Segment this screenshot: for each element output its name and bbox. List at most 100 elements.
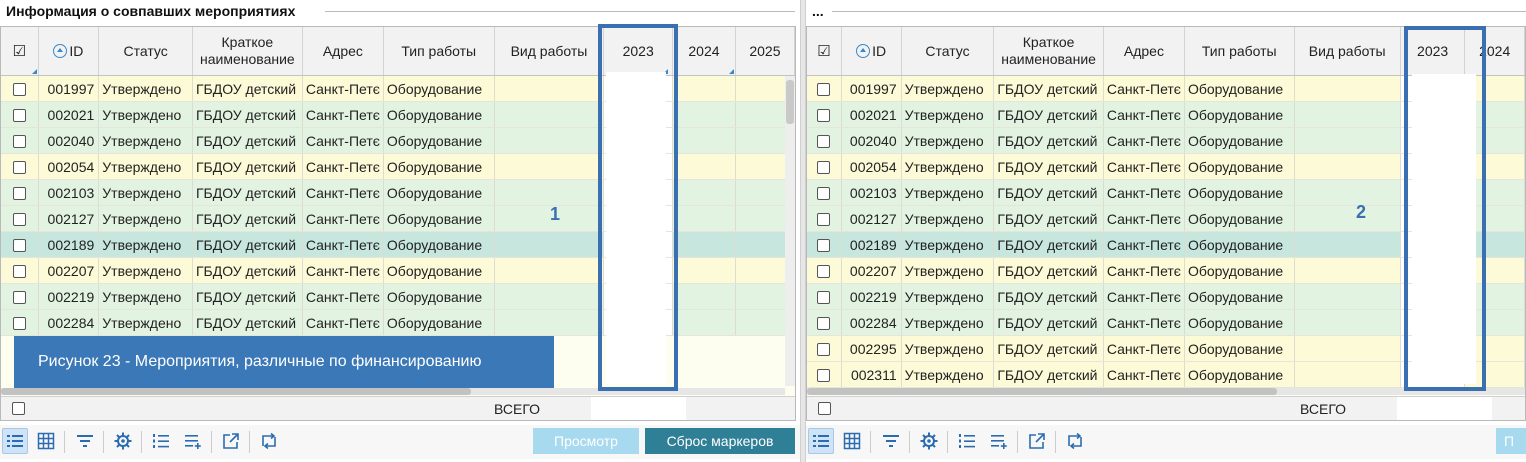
row-checkbox-cell[interactable] xyxy=(807,75,842,102)
column-filter-mark xyxy=(32,69,37,74)
column-header-id[interactable]: ID xyxy=(38,27,100,76)
row-checkbox[interactable] xyxy=(12,213,26,227)
swap-icon[interactable] xyxy=(256,428,282,454)
toolbar-separator xyxy=(64,431,65,453)
row-checkbox-cell[interactable] xyxy=(807,179,842,206)
row-checkbox-cell[interactable] xyxy=(807,153,842,180)
row-checkbox-cell[interactable] xyxy=(1,257,39,284)
column-header-address[interactable]: Адрес xyxy=(302,27,384,76)
column-header-work-type[interactable]: Тип работы xyxy=(1184,27,1295,76)
row-checkbox[interactable] xyxy=(12,109,26,123)
list-view-icon[interactable] xyxy=(808,428,834,454)
row-checkbox[interactable] xyxy=(817,265,831,279)
select-all-checkbox[interactable]: ☑ xyxy=(807,27,842,76)
cell-status: Утверждено xyxy=(901,127,995,154)
filter-icon[interactable] xyxy=(72,428,98,454)
row-checkbox-cell[interactable] xyxy=(807,335,842,362)
row-checkbox-cell[interactable] xyxy=(807,205,842,232)
cell-address: Санкт-Петє xyxy=(1103,283,1185,310)
row-checkbox[interactable] xyxy=(12,265,26,279)
row-checkbox[interactable] xyxy=(817,187,831,201)
grid-view-icon[interactable] xyxy=(33,428,59,454)
column-header-status[interactable]: Статус xyxy=(98,27,193,76)
row-checkbox[interactable] xyxy=(12,83,26,97)
column-header-2025[interactable]: 2025 xyxy=(735,27,795,76)
swap-icon[interactable] xyxy=(1062,428,1088,454)
row-checkbox-cell[interactable] xyxy=(807,283,842,310)
column-header-id[interactable]: ID xyxy=(841,27,902,76)
row-checkbox[interactable] xyxy=(12,161,26,175)
row-checkbox-cell[interactable] xyxy=(1,75,39,102)
list-view-icon[interactable] xyxy=(2,428,28,454)
vertical-scroll-thumb[interactable] xyxy=(786,80,794,124)
row-checkbox[interactable] xyxy=(12,135,26,149)
column-header-work-kind[interactable]: Вид работы xyxy=(494,27,605,76)
row-checkbox[interactable] xyxy=(12,239,26,253)
export-icon[interactable] xyxy=(1024,428,1050,454)
row-checkbox-cell[interactable] xyxy=(1,205,39,232)
view-button[interactable]: Просмотр xyxy=(533,428,639,454)
numbered-list-icon[interactable] xyxy=(148,428,174,454)
add-rows-icon[interactable] xyxy=(986,428,1012,454)
row-checkbox[interactable] xyxy=(817,369,831,383)
horizontal-scroll-thumb[interactable] xyxy=(1,388,471,395)
row-checkbox-cell[interactable] xyxy=(1,127,39,154)
settings-icon[interactable] xyxy=(916,428,942,454)
total-row-checkbox[interactable] xyxy=(818,402,831,415)
row-checkbox[interactable] xyxy=(817,83,831,97)
row-checkbox-cell[interactable] xyxy=(1,101,39,128)
total-row-checkbox[interactable] xyxy=(12,402,25,415)
row-checkbox[interactable] xyxy=(817,161,831,175)
cell-address: Санкт-Петє xyxy=(1103,179,1185,206)
row-checkbox-cell[interactable] xyxy=(1,153,39,180)
cell-work-kind xyxy=(1294,257,1401,284)
row-checkbox-cell[interactable] xyxy=(1,179,39,206)
row-checkbox[interactable] xyxy=(12,317,26,331)
row-checkbox-cell[interactable] xyxy=(1,309,39,336)
cell-id: 002054 xyxy=(38,153,100,180)
column-header-work-type[interactable]: Тип работы xyxy=(383,27,495,76)
settings-icon[interactable] xyxy=(110,428,136,454)
column-header-address[interactable]: Адрес xyxy=(1103,27,1185,76)
view-button[interactable]: П xyxy=(1496,428,1526,454)
row-checkbox[interactable] xyxy=(817,213,831,227)
cell-id: 001997 xyxy=(841,75,902,102)
export-icon[interactable] xyxy=(218,428,244,454)
column-header-2024[interactable]: 2024 xyxy=(672,27,736,76)
column-header-work-kind[interactable]: Вид работы xyxy=(1294,27,1401,76)
column-header-status[interactable]: Статус xyxy=(901,27,995,76)
row-checkbox-cell[interactable] xyxy=(1,283,39,310)
cell-work-type: Оборудование xyxy=(383,75,495,102)
row-checkbox[interactable] xyxy=(817,291,831,305)
row-checkbox-cell[interactable] xyxy=(1,231,39,258)
cell-work-type: Оборудование xyxy=(383,179,495,206)
cell-status: Утверждено xyxy=(98,179,193,206)
vertical-scrollbar[interactable] xyxy=(785,76,795,386)
total-row: ВСЕГО xyxy=(1,396,795,420)
row-checkbox[interactable] xyxy=(817,343,831,357)
cell-short-name: ГБДОУ детский xyxy=(192,257,303,284)
row-checkbox[interactable] xyxy=(817,109,831,123)
cell-work-type: Оборудование xyxy=(1184,127,1295,154)
row-checkbox[interactable] xyxy=(12,187,26,201)
row-checkbox-cell[interactable] xyxy=(807,361,842,388)
reset-markers-button[interactable]: Сброс маркеров xyxy=(645,428,795,454)
grid-view-icon[interactable] xyxy=(839,428,865,454)
row-checkbox-cell[interactable] xyxy=(807,257,842,284)
row-checkbox-cell[interactable] xyxy=(807,101,842,128)
row-checkbox[interactable] xyxy=(817,135,831,149)
add-rows-icon[interactable] xyxy=(180,428,206,454)
filter-icon[interactable] xyxy=(878,428,904,454)
row-checkbox[interactable] xyxy=(817,317,831,331)
row-checkbox[interactable] xyxy=(12,291,26,305)
column-header-short-name[interactable]: Краткое наименование xyxy=(993,27,1104,76)
row-checkbox-cell[interactable] xyxy=(807,309,842,336)
horizontal-scroll-thumb[interactable] xyxy=(807,388,1277,395)
column-header-short-name[interactable]: Краткое наименование xyxy=(192,27,303,76)
cell-work-kind xyxy=(1294,153,1401,180)
cell-work-kind xyxy=(1294,101,1401,128)
numbered-list-icon[interactable] xyxy=(954,428,980,454)
row-checkbox[interactable] xyxy=(817,239,831,253)
row-checkbox-cell[interactable] xyxy=(807,231,842,258)
row-checkbox-cell[interactable] xyxy=(807,127,842,154)
